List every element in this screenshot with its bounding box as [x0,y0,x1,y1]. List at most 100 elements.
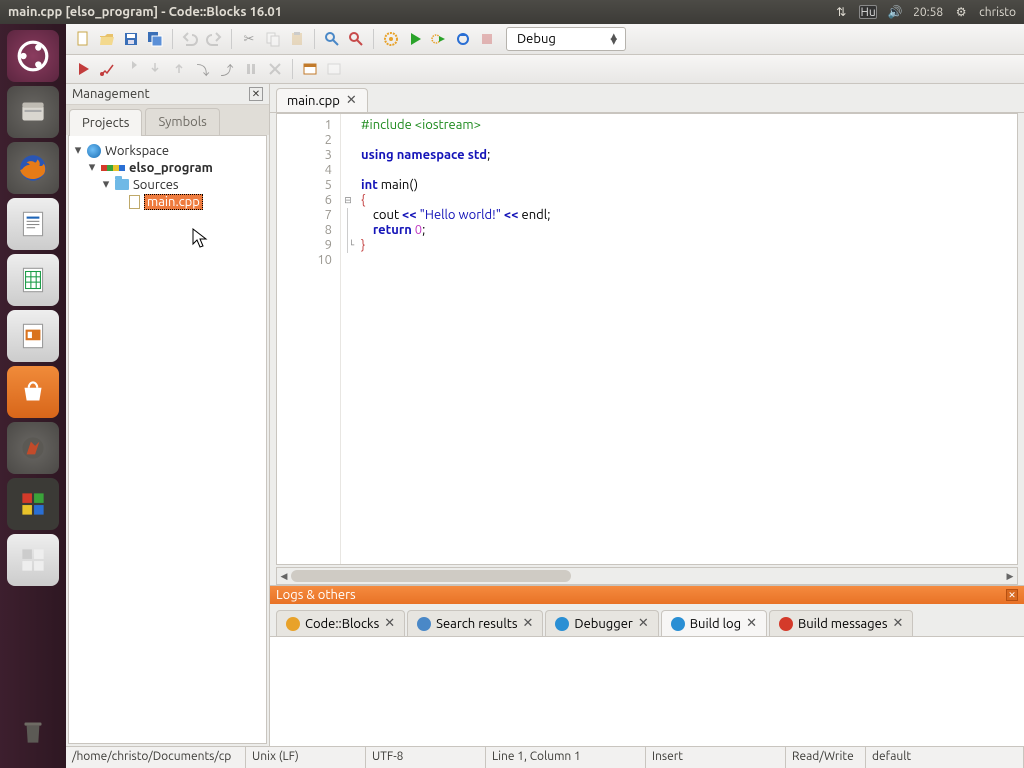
network-icon[interactable]: ⇅ [833,4,849,20]
replace-button[interactable] [345,28,367,50]
close-icon[interactable]: ✕ [638,616,649,631]
launcher-firefox-icon[interactable] [7,142,59,194]
status-mode: Insert [646,747,786,768]
project-tree[interactable]: ▾Workspace ▾elso_program ▾Sources main.c… [68,135,267,744]
scroll-right-icon[interactable]: ▶ [1003,568,1017,584]
status-eol: Unix (LF) [246,747,366,768]
build-button[interactable] [380,28,402,50]
undo-button[interactable] [179,28,201,50]
next-instr-button[interactable]: ⤵ [192,58,214,80]
close-icon[interactable]: ✕ [384,616,395,631]
line-number-gutter: 12345678910 [277,114,341,564]
code-editor[interactable]: 12345678910 ⊟└ #include <iostream> using… [276,113,1018,565]
codeblocks-tab-icon [286,617,300,631]
find-button[interactable] [321,28,343,50]
editor-tab-label: main.cpp [287,94,340,108]
app-content: ✂ Debug ▴▾ ⤵ ⤴ Manag [66,24,1024,768]
file-icon [129,195,140,209]
debug-windows-button[interactable] [299,58,321,80]
open-button[interactable] [96,28,118,50]
stop-debug-button[interactable] [264,58,286,80]
editor-tab-main[interactable]: main.cpp ✕ [276,88,368,112]
log-tab-debugger[interactable]: Debugger✕ [545,610,658,636]
fold-column[interactable]: ⊟└ [341,114,355,564]
management-close-button[interactable]: ✕ [249,87,263,101]
save-button[interactable] [120,28,142,50]
status-position: Line 1, Column 1 [486,747,646,768]
info-button[interactable] [323,58,345,80]
editor-hscrollbar[interactable]: ◀ ▶ [276,567,1018,585]
close-icon[interactable]: ✕ [746,616,757,631]
save-all-button[interactable] [144,28,166,50]
buildmsg-tab-icon [779,617,793,631]
log-tab-search[interactable]: Search results✕ [407,610,543,636]
log-tab-codeblocks[interactable]: Code::Blocks✕ [276,610,405,636]
tree-sources[interactable]: Sources [133,178,179,192]
launcher-files-icon[interactable] [7,86,59,138]
rebuild-button[interactable] [452,28,474,50]
step-out-button[interactable] [168,58,190,80]
status-encoding: UTF-8 [366,747,486,768]
tree-file-main[interactable]: main.cpp [144,194,203,210]
logs-tabs: Code::Blocks✕ Search results✕ Debugger✕ … [270,604,1024,636]
log-tab-buildlog[interactable]: Build log✕ [661,610,767,636]
paste-button[interactable] [286,28,308,50]
cut-button[interactable]: ✂ [238,28,260,50]
tab-projects[interactable]: Projects [69,109,142,136]
management-tabs: Projects Symbols [66,105,269,135]
window-title: main.cpp [elso_program] - Code::Blocks 1… [8,5,833,19]
workspace-area: Management ✕ Projects Symbols ▾Workspace… [66,84,1024,746]
close-tab-icon[interactable]: ✕ [346,93,357,108]
logs-body[interactable] [270,636,1024,746]
launcher-calc-icon[interactable] [7,254,59,306]
run-button[interactable] [404,28,426,50]
status-profile: default [866,747,1024,768]
redo-button[interactable] [203,28,225,50]
step-instr-button[interactable]: ⤴ [216,58,238,80]
tree-workspace[interactable]: Workspace [105,144,169,158]
logs-close-button[interactable]: ✕ [1006,589,1018,601]
clock[interactable]: 20:58 [913,6,943,19]
launcher-software-icon[interactable] [7,366,59,418]
settings-gear-icon[interactable]: ⚙ [953,4,969,20]
toolbar-main: ✂ Debug ▴▾ [66,24,1024,55]
folder-icon [115,179,129,190]
scroll-left-icon[interactable]: ◀ [277,568,291,584]
break-button[interactable] [240,58,262,80]
new-file-button[interactable] [72,28,94,50]
close-icon[interactable]: ✕ [892,616,903,631]
launcher-codeblocks-icon[interactable] [7,478,59,530]
keyboard-layout-indicator[interactable]: Hu [859,5,877,19]
project-icon [101,165,125,171]
build-run-button[interactable] [428,28,450,50]
run-to-cursor-button[interactable] [96,58,118,80]
code-content[interactable]: #include <iostream> using namespace std;… [355,114,556,564]
status-rw: Read/Write [786,747,866,768]
scrollbar-thumb[interactable] [291,570,571,582]
log-tab-buildmsg[interactable]: Build messages✕ [769,610,913,636]
launcher-settings-icon[interactable] [7,422,59,474]
launcher-workspace-switcher-icon[interactable] [7,534,59,586]
logs-panel: Logs & others ✕ Code::Blocks✕ Search res… [270,585,1024,746]
system-tray: ⇅ Hu 🔊 20:58 ⚙ christo [833,4,1016,20]
debug-start-button[interactable] [72,58,94,80]
editor-tabs: main.cpp ✕ [270,84,1024,113]
close-icon[interactable]: ✕ [523,616,534,631]
tree-project[interactable]: elso_program [129,161,213,175]
launcher-impress-icon[interactable] [7,310,59,362]
toolbar-debug: ⤵ ⤴ [66,55,1024,84]
build-target-dropdown[interactable]: Debug ▴▾ [506,27,626,51]
management-title-bar: Management ✕ [66,84,269,105]
build-target-value: Debug [517,32,556,46]
launcher-writer-icon[interactable] [7,198,59,250]
tab-symbols[interactable]: Symbols [145,108,219,135]
abort-button[interactable] [476,28,498,50]
status-path: /home/christo/Documents/cp [66,747,246,768]
copy-button[interactable] [262,28,284,50]
launcher-ubuntu-icon[interactable] [7,30,59,82]
launcher-trash-icon[interactable] [7,706,59,758]
sound-icon[interactable]: 🔊 [887,4,903,20]
user-name[interactable]: christo [979,6,1016,19]
step-into-button[interactable] [144,58,166,80]
next-line-button[interactable] [120,58,142,80]
